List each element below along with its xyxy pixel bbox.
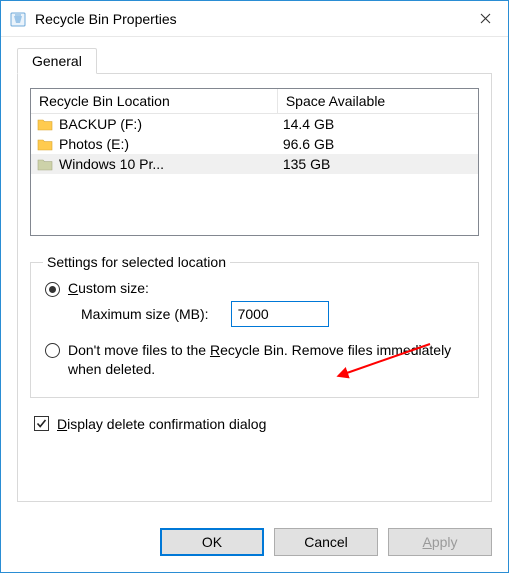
checkbox-icon (34, 416, 49, 431)
radio-icon (45, 343, 60, 358)
radio-custom-size[interactable]: Custom size: (43, 278, 466, 299)
recycle-bin-icon (9, 10, 27, 28)
row-name: Windows 10 Pr... (59, 156, 164, 172)
row-name: BACKUP (F:) (59, 116, 142, 132)
max-size-row: Maximum size (MB): (43, 299, 466, 335)
tab-body: Recycle Bin Location Space Available BAC… (17, 73, 492, 502)
close-button[interactable] (462, 1, 508, 37)
window-title: Recycle Bin Properties (35, 11, 462, 27)
radio-dont-move[interactable]: Don't move files to the Recycle Bin. Rem… (43, 339, 466, 381)
dont-move-label: Don't move files to the Recycle Bin. Rem… (68, 341, 464, 379)
list-row[interactable]: Windows 10 Pr... 135 GB (31, 154, 478, 174)
tab-general[interactable]: General (17, 48, 97, 74)
tabstrip: General (17, 47, 492, 73)
header-location[interactable]: Recycle Bin Location (31, 89, 277, 113)
folder-icon (37, 137, 53, 151)
titlebar: Recycle Bin Properties (1, 1, 508, 37)
max-size-input[interactable] (231, 301, 329, 327)
row-space: 96.6 GB (283, 136, 334, 152)
list-row[interactable]: BACKUP (F:) 14.4 GB (31, 114, 478, 134)
row-name: Photos (E:) (59, 136, 129, 152)
confirm-label: Display delete confirmation dialog (57, 416, 266, 432)
custom-size-label: Custom size: (68, 280, 149, 296)
max-size-label: Maximum size (MB): (81, 306, 209, 322)
row-space: 135 GB (283, 156, 330, 172)
apply-button[interactable]: Apply (388, 528, 492, 556)
header-space[interactable]: Space Available (277, 89, 478, 113)
settings-group: Settings for selected location Custom si… (30, 254, 479, 398)
location-list[interactable]: Recycle Bin Location Space Available BAC… (30, 88, 479, 236)
recycle-bin-properties-window: Recycle Bin Properties General Recycle B… (0, 0, 509, 573)
cancel-button[interactable]: Cancel (274, 528, 378, 556)
list-row[interactable]: Photos (E:) 96.6 GB (31, 134, 478, 154)
list-header: Recycle Bin Location Space Available (31, 89, 478, 114)
radio-icon (45, 282, 60, 297)
button-bar: OK Cancel Apply (1, 516, 508, 572)
row-space: 14.4 GB (283, 116, 334, 132)
content-area: General Recycle Bin Location Space Avail… (1, 37, 508, 516)
folder-icon (37, 157, 53, 171)
ok-button[interactable]: OK (160, 528, 264, 556)
settings-legend: Settings for selected location (43, 254, 230, 270)
folder-icon (37, 117, 53, 131)
confirm-checkbox-row[interactable]: Display delete confirmation dialog (30, 416, 479, 432)
